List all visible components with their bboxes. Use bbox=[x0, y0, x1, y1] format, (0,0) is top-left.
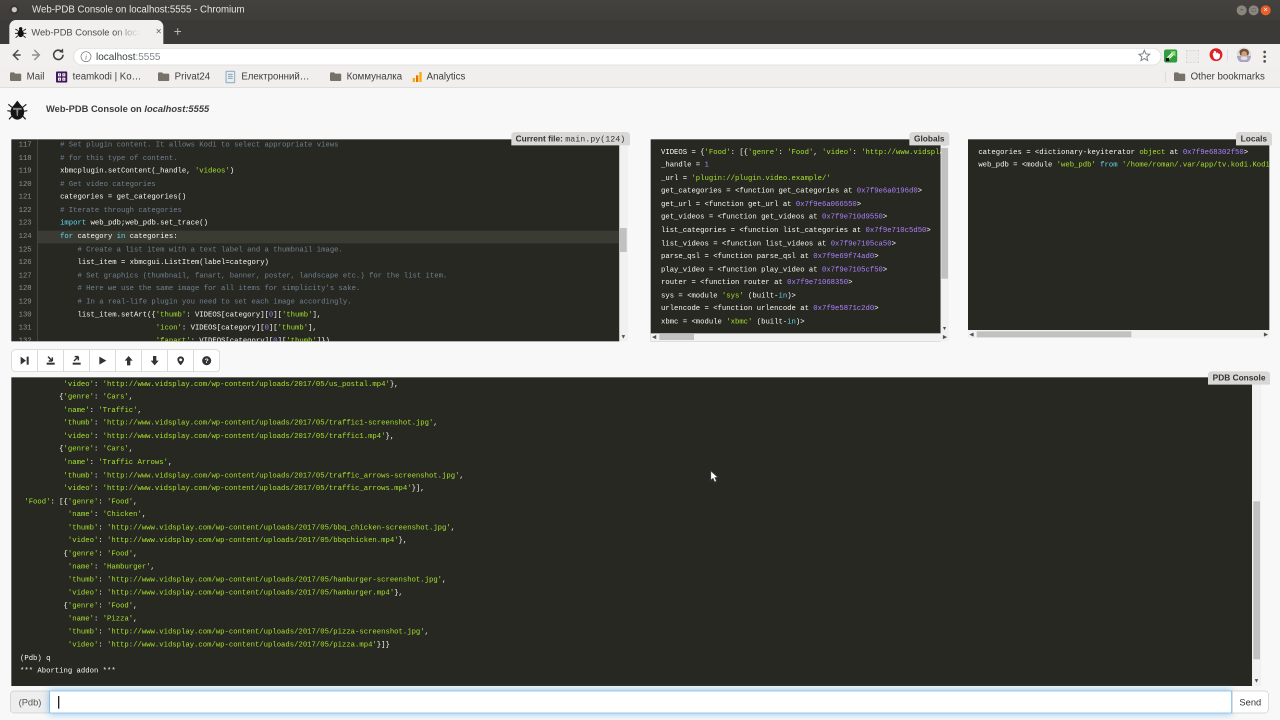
svg-text:?: ? bbox=[205, 358, 209, 365]
